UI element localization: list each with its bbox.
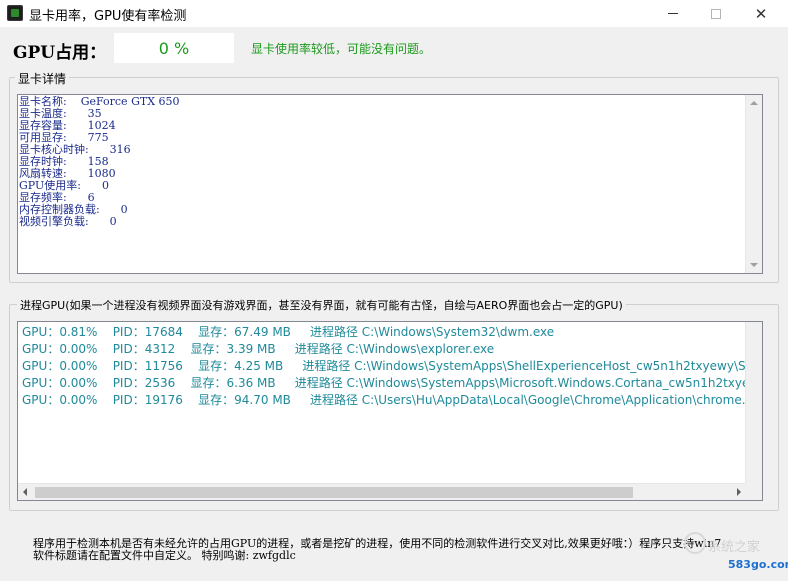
minimize-icon <box>668 13 678 14</box>
maximize-button[interactable] <box>693 0 739 27</box>
process-row[interactable]: GPU：0.00% PID：19176 显存：94.70 MB 进程路径 C:\… <box>22 393 753 407</box>
process-horizontal-scrollbar[interactable] <box>18 483 746 500</box>
process-row[interactable]: GPU：0.81% PID：17684 显存：67.49 MB 进程路径 C:\… <box>22 325 554 339</box>
minimize-button[interactable] <box>650 0 696 27</box>
details-line: 视频引擎负载: 0 <box>19 215 117 228</box>
process-row[interactable]: GPU：0.00% PID：4312 显存：3.39 MB 进程路径 C:\Wi… <box>22 342 494 356</box>
scroll-left-arrow-icon[interactable] <box>23 488 27 496</box>
process-row[interactable]: GPU：0.00% PID：11756 显存：4.25 MB 进程路径 C:\W… <box>22 359 762 373</box>
watermark-logo-text: 系统之家 <box>708 540 761 555</box>
scroll-right-arrow-icon[interactable] <box>737 488 741 496</box>
close-button[interactable]: ✕ <box>738 0 784 27</box>
details-textbox[interactable]: 显卡名称: GeForce GTX 650 显卡温度: 35 显存容量: 102… <box>17 94 763 274</box>
details-vertical-scrollbar[interactable] <box>745 95 762 273</box>
gpu-status-message: 显卡使用率较低，可能没有问题。 <box>251 42 432 56</box>
watermark-logo-icon <box>684 532 706 554</box>
maximize-icon <box>711 8 721 19</box>
processes-group-label: 进程GPU(如果一个进程没有视频界面没有游戏界面，甚至没有界面，就有可能有古怪，… <box>17 297 626 313</box>
app-icon <box>7 5 23 21</box>
process-list[interactable]: GPU：0.81% PID：17684 显存：67.49 MB 进程路径 C:\… <box>17 321 763 501</box>
footer-credits: 软件标题请在配置文件中自定义。 特别鸣谢: zwfgdlc <box>33 549 296 562</box>
window-title: 显卡用率，GPU使有率检测 <box>29 9 187 24</box>
scrollbar-corner <box>745 483 762 500</box>
scroll-down-arrow-icon[interactable] <box>750 263 758 267</box>
scroll-up-arrow-icon[interactable] <box>750 101 758 105</box>
gpu-usage-label: GPU占用： <box>13 43 107 63</box>
process-row[interactable]: GPU：0.00% PID：2536 显存：6.36 MB 进程路径 C:\Wi… <box>22 376 762 390</box>
gpu-usage-value: 0 % <box>114 33 234 63</box>
details-group-label: 显卡详情 <box>15 70 70 87</box>
horizontal-scroll-thumb[interactable] <box>35 487 633 498</box>
watermark-site: 583go.com <box>728 558 788 571</box>
close-icon: ✕ <box>754 4 768 23</box>
process-vertical-scrollbar[interactable] <box>745 322 762 484</box>
title-bar: 显卡用率，GPU使有率检测 ✕ <box>0 0 788 27</box>
